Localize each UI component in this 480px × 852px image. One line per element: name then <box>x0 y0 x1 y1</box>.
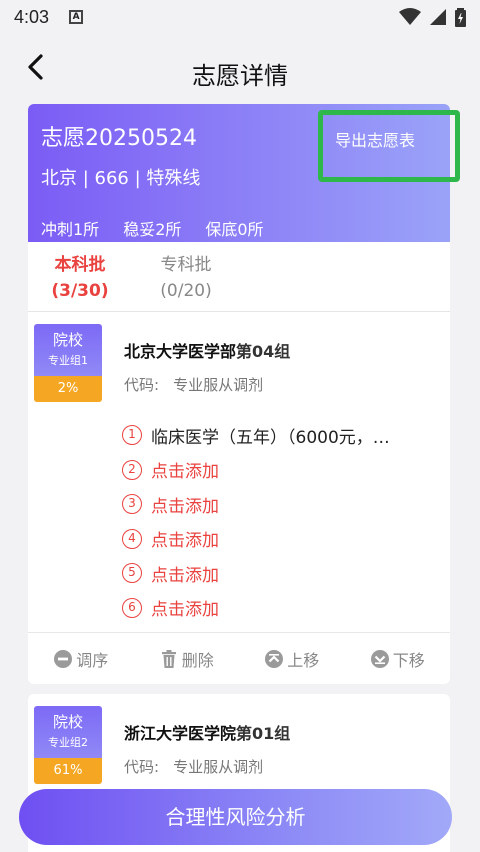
major-number: 2 <box>122 459 142 480</box>
move-down-button[interactable]: 下移 <box>345 647 451 671</box>
school-name-text: 浙江大学医学院 <box>124 724 237 743</box>
status-bar: 4:03 A <box>0 0 480 34</box>
stat-wentuo: 稳妥2所 <box>123 220 182 239</box>
major-name: 临床医学（五年）（6000元，… <box>151 427 390 448</box>
status-time: 4:03 <box>14 6 50 27</box>
major-number: 4 <box>122 528 142 549</box>
plan-stats: 冲刺1所 稳妥2所 保底0所 <box>41 216 264 240</box>
school-badge: 院校 专业组2 61% <box>34 706 102 784</box>
tab-benke-count: (3/30) <box>51 281 109 301</box>
major-number: 3 <box>122 494 142 515</box>
risk-analysis-button[interactable]: 合理性风险分析 <box>19 789 452 845</box>
school-name[interactable]: 浙江大学医学院第01组 <box>124 720 290 744</box>
export-plan-label: 导出志愿表 <box>335 131 416 150</box>
page-title: 志愿详情 <box>192 62 288 90</box>
admission-probability: 2% <box>34 376 102 402</box>
tab-zhuanke[interactable]: 专科批 (0/20) <box>146 252 226 304</box>
code-label: 代码: <box>124 376 160 394</box>
major-list: 1 临床医学（五年）（6000元，… 2 点击添加 3 点击添加 4 点击添加 5 点击添… <box>122 418 442 625</box>
major-number: 6 <box>122 597 142 618</box>
badge-line1: 院校 <box>52 713 83 731</box>
major-number: 5 <box>122 563 142 584</box>
app-screen: 4:03 A 志愿详情 志愿20250524 北京 | 666 | 特殊线 冲刺… <box>0 0 480 852</box>
badge-line2: 专业组2 <box>48 736 88 749</box>
move-up-label: 上移 <box>287 650 320 670</box>
reorder-button[interactable]: 调序 <box>28 647 134 671</box>
tab-benke[interactable]: 本科批 (3/30) <box>40 252 120 304</box>
export-plan-button[interactable]: 导出志愿表 <box>318 110 460 182</box>
reorder-icon <box>54 649 73 668</box>
code-label: 代码: <box>124 758 160 776</box>
tab-zhuanke-count: (0/20) <box>160 281 212 301</box>
plan-summary-card: 志愿20250524 北京 | 666 | 特殊线 冲刺1所 稳妥2所 保底0所… <box>28 104 460 242</box>
school-group: 第01组 <box>236 724 291 743</box>
stat-chongci: 冲刺1所 <box>41 220 100 239</box>
badge-line1: 院校 <box>52 331 83 349</box>
major-number: 1 <box>122 425 142 446</box>
school-group: 第04组 <box>236 342 291 361</box>
major-add-label: 点击添加 <box>151 565 219 586</box>
school-name-text: 北京大学医学部 <box>124 342 237 361</box>
code-value: 专业服从调剂 <box>173 376 264 394</box>
major-add-label: 点击添加 <box>151 531 219 552</box>
major-add-label: 点击添加 <box>151 600 219 621</box>
tab-benke-label: 本科批 <box>54 255 106 275</box>
school-card: 院校 专业组1 2% 北京大学医学部第04组 代码: 专业服从调剂 1 临床医学（五… <box>28 312 450 684</box>
school-code: 代码: 专业服从调剂 <box>124 756 263 777</box>
badge-line2: 专业组1 <box>48 354 88 367</box>
stat-baodi: 保底0所 <box>205 220 264 239</box>
wifi-icon <box>399 8 421 25</box>
card-actions: 调序 删除 上移 下移 <box>28 632 450 684</box>
major-add-item[interactable]: 5 点击添加 <box>122 556 442 591</box>
school-name[interactable]: 北京大学医学部第04组 <box>124 338 290 362</box>
batch-tabs: 本科批 (3/30) 专科批 (0/20) <box>28 242 450 312</box>
school-badge: 院校 专业组1 2% <box>34 324 102 402</box>
school-code: 代码: 专业服从调剂 <box>124 374 263 395</box>
move-down-label: 下移 <box>392 650 425 670</box>
major-add-item[interactable]: 3 点击添加 <box>122 487 442 522</box>
trash-icon <box>161 649 176 668</box>
reorder-label: 调序 <box>76 650 109 670</box>
move-up-button[interactable]: 上移 <box>239 647 345 671</box>
plan-title: 志愿20250524 <box>41 126 197 151</box>
nav-bar: 志愿详情 <box>0 34 480 104</box>
signal-icon <box>430 9 446 25</box>
major-item[interactable]: 1 临床医学（五年）（6000元，… <box>122 418 442 453</box>
major-add-item[interactable]: 2 点击添加 <box>122 453 442 488</box>
major-add-label: 点击添加 <box>151 462 219 483</box>
major-add-item[interactable]: 4 点击添加 <box>122 522 442 557</box>
notification-icon: A <box>69 10 84 24</box>
tab-zhuanke-label: 专科批 <box>160 255 212 275</box>
badge-top: 院校 专业组2 <box>34 706 102 758</box>
badge-top: 院校 专业组1 <box>34 324 102 376</box>
battery-icon <box>455 7 466 27</box>
major-add-item[interactable]: 6 点击添加 <box>122 591 442 626</box>
plan-info: 北京 | 666 | 特殊线 <box>41 168 201 189</box>
status-icons <box>399 7 466 27</box>
chevron-up-icon <box>265 649 284 668</box>
admission-probability: 61% <box>34 758 102 784</box>
chevron-down-icon <box>370 649 389 668</box>
major-add-label: 点击添加 <box>151 496 219 517</box>
delete-button[interactable]: 删除 <box>134 647 240 671</box>
delete-label: 删除 <box>181 650 214 670</box>
code-value: 专业服从调剂 <box>173 758 264 776</box>
